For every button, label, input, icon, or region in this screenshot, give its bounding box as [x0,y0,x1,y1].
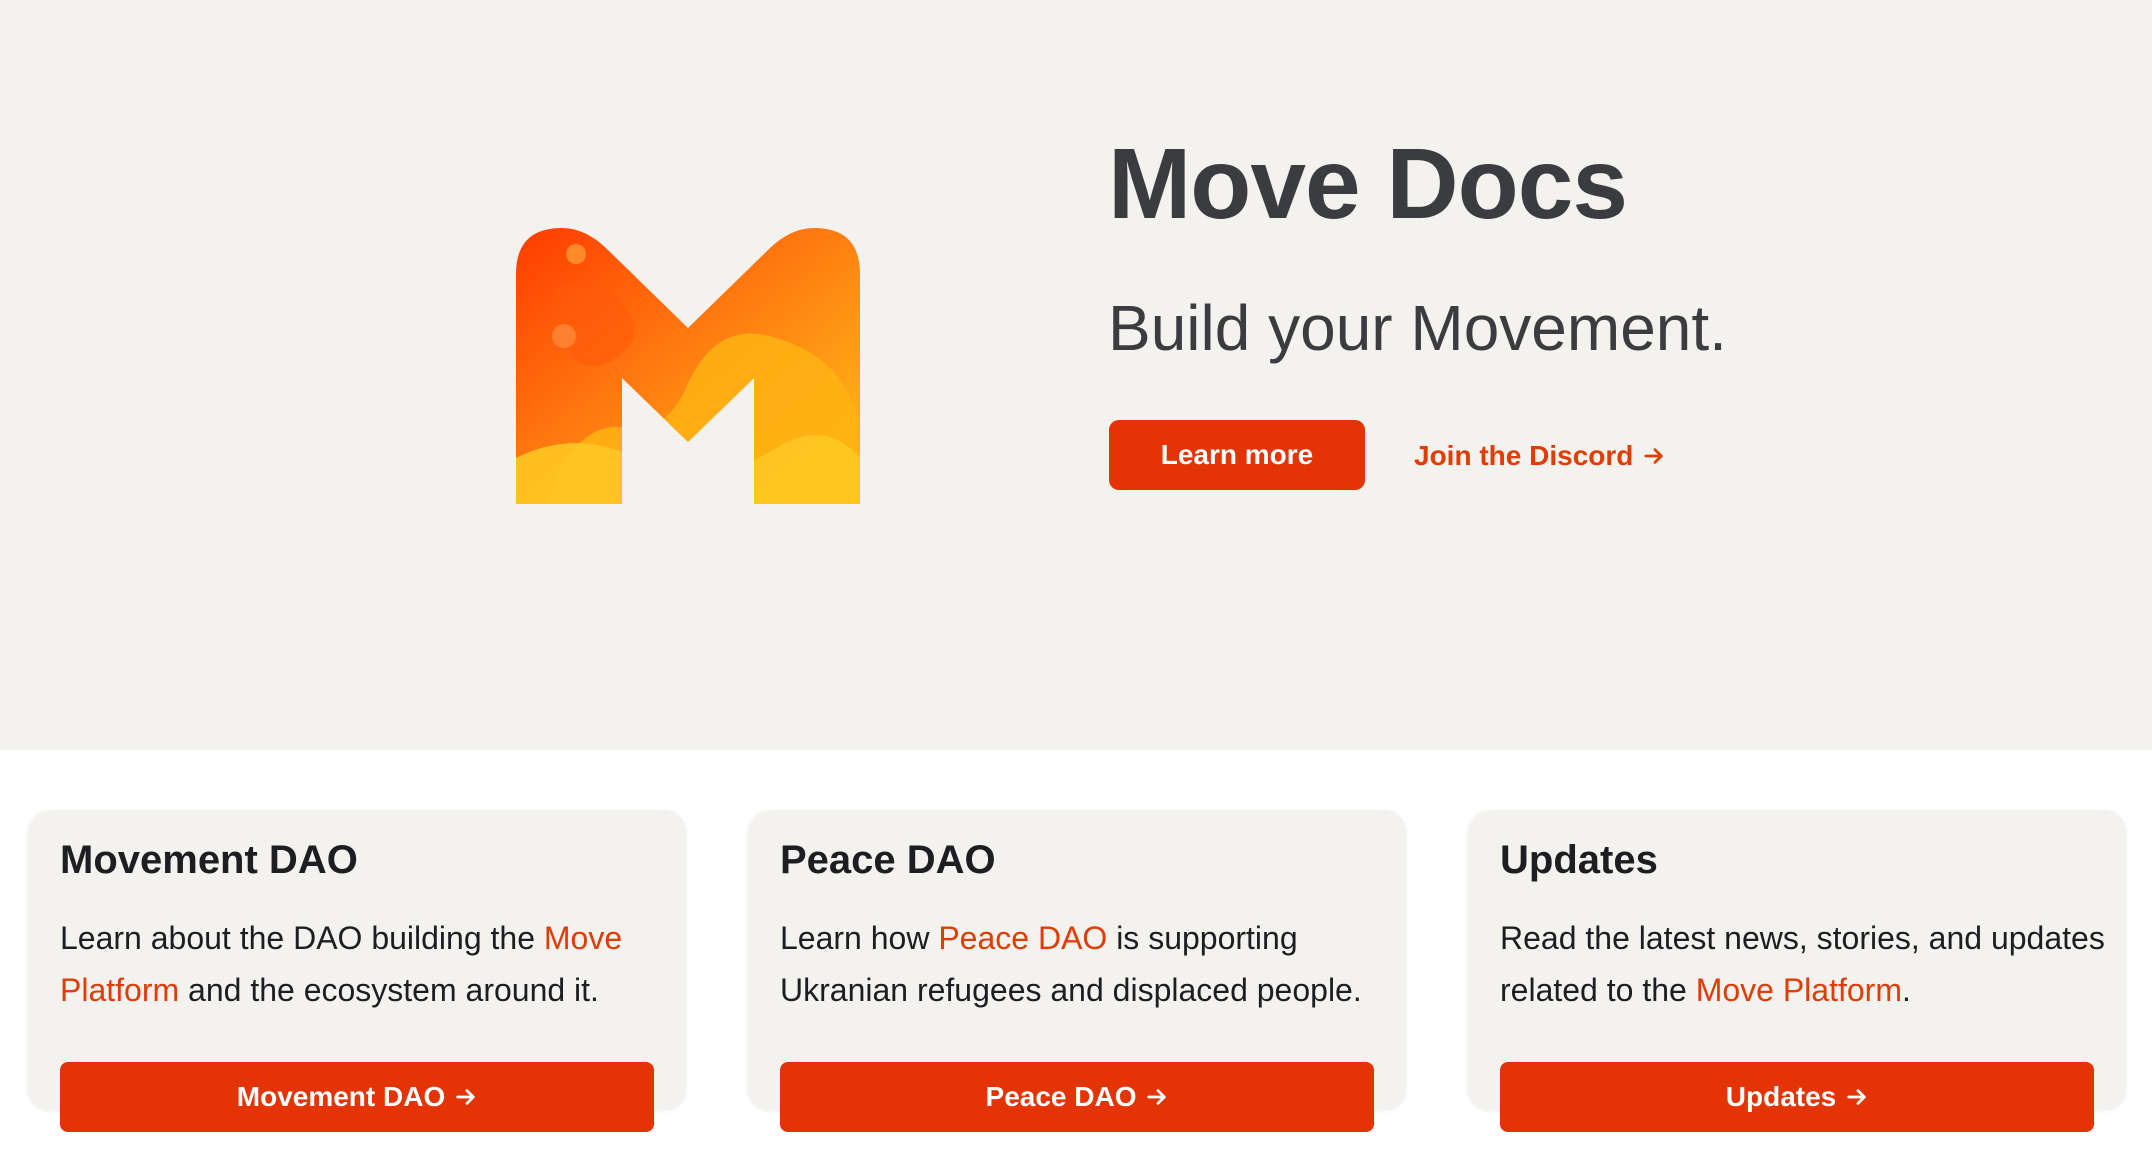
peace-dao-link[interactable]: Peace DAO [938,920,1107,956]
card-description: Learn how Peace DAO is supporting Ukrani… [780,912,1390,1016]
movement-dao-button[interactable]: Movement DAO [60,1062,654,1132]
card-title: Updates [1500,838,1658,882]
arrow-right-icon [1847,1089,1866,1105]
card-description-text: and the ecosystem around it. [179,972,599,1008]
hero-subtitle: Build your Movement. [1108,292,1727,364]
arrow-right-icon [1147,1089,1167,1105]
arrow-right-icon [456,1089,475,1105]
page-title: Move Docs [1108,128,1628,240]
feature-cards: Movement DAO Learn about the DAO buildin… [0,750,2152,1166]
button-label: Peace DAO [985,1081,1137,1112]
button-label: Updates [1725,1081,1837,1112]
card-description: Learn about the DAO building the Move Pl… [60,912,670,1016]
updates-button[interactable]: Updates [1500,1062,2094,1132]
button-label: Movement DAO [236,1081,446,1112]
card-description-text: Learn about the DAO building the [60,920,544,956]
join-discord-link[interactable]: Join the Discord [1414,436,1665,476]
card-description-text: . [1901,972,1911,1008]
card-title: Movement DAO [60,838,358,882]
peace-dao-button[interactable]: Peace DAO [780,1062,1374,1132]
learn-more-button[interactable]: Learn more [1109,420,1365,490]
card-description-text: Learn how [780,920,939,956]
join-discord-label: Join the Discord [1414,440,1634,471]
card-title: Peace DAO [780,838,996,882]
card-peace-dao: Peace DAO Learn how Peace DAO is support… [748,810,1406,1132]
card-description: Read the latest news, stories, and updat… [1500,912,2110,1016]
arrow-right-icon [1644,448,1664,464]
card-updates: Updates Read the latest news, stories, a… [1468,810,2126,1132]
hero-section: Move Docs Build your Movement. Learn mor… [0,0,2152,750]
card-movement-dao: Movement DAO Learn about the DAO buildin… [28,810,686,1132]
learn-more-label: Learn more [1160,439,1314,470]
move-platform-link[interactable]: Move Platform [1696,972,1902,1008]
movement-m-logo-icon [516,228,860,504]
